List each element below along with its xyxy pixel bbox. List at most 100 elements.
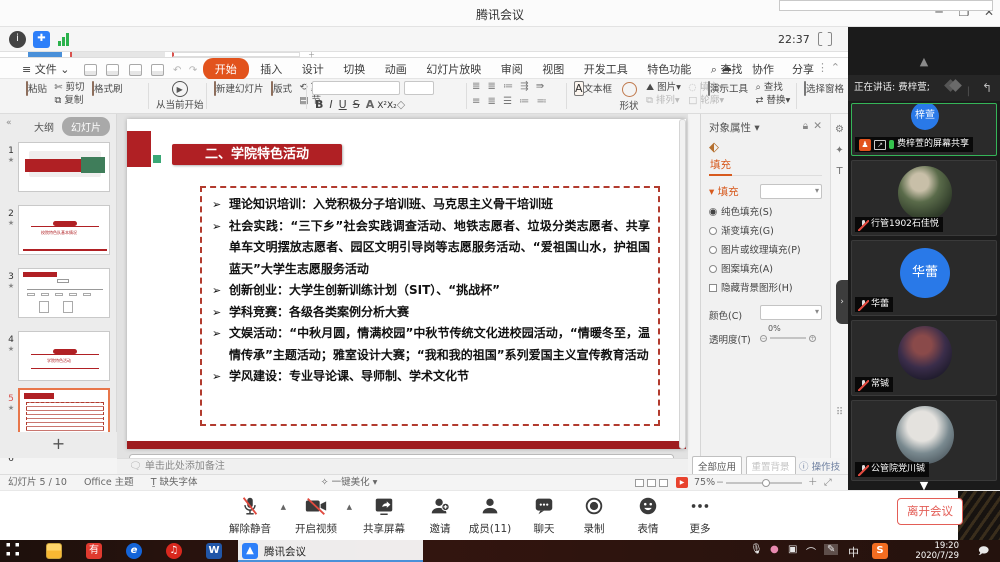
fit-screen-icon[interactable]: ⤢: [824, 475, 832, 490]
leave-meeting-button[interactable]: 离开会议: [897, 498, 963, 525]
members-button[interactable]: 成员(11): [462, 495, 518, 536]
fill-option-picture[interactable]: 图片或纹理填充(P): [709, 242, 822, 256]
missing-font-warning[interactable]: Ṯ 缺失字体: [151, 477, 198, 488]
picture-button[interactable]: ⛰ 图片▾: [646, 81, 681, 94]
home-tab-fragment[interactable]: [28, 52, 62, 57]
record-button[interactable]: 录制: [566, 495, 622, 536]
cut-button[interactable]: ✄ 剪切: [55, 81, 85, 94]
share-screen-button[interactable]: 共享屏幕: [356, 495, 412, 536]
doc-tab-fragment[interactable]: [70, 52, 165, 57]
tray-pen-icon[interactable]: ✎: [824, 544, 838, 555]
properties-icon[interactable]: ⚙︎: [831, 124, 848, 135]
tab-animation[interactable]: 动画: [377, 58, 415, 80]
tray-camera-icon[interactable]: ▣: [788, 544, 797, 555]
participant-tile[interactable]: 常铖: [851, 320, 997, 396]
tab-insert[interactable]: 插入: [252, 58, 290, 80]
tab-home[interactable]: 开始: [203, 58, 249, 80]
list-buttons[interactable]: ≣ ≣ ≔ ⇶ ⇛: [472, 81, 564, 92]
vertical-scrollbar[interactable]: [679, 119, 686, 449]
format-buttons[interactable]: BIUSAX²X₂◇: [312, 98, 462, 111]
zoom-level[interactable]: 75%: [694, 475, 715, 490]
copy-button[interactable]: ⧉ 复制: [55, 94, 85, 107]
find-ribbon-button[interactable]: ⌕ 查找: [756, 81, 791, 94]
zoom-in-button[interactable]: ＋: [808, 475, 818, 490]
text-tool-icon[interactable]: T: [831, 166, 848, 177]
fill-type-combo[interactable]: [760, 184, 822, 199]
file-explorer-icon[interactable]: [46, 543, 62, 559]
cloud-sync-icon[interactable]: ☁: [713, 58, 740, 77]
zoom-slider[interactable]: [726, 482, 802, 484]
qr-icon[interactable]: ⠿: [831, 407, 848, 418]
theme-name[interactable]: Office 主题: [84, 477, 134, 488]
shapes-button[interactable]: 形状: [620, 81, 639, 112]
edge-icon[interactable]: e: [126, 543, 142, 559]
meeting-info-icon[interactable]: i: [9, 31, 26, 48]
tab-transition[interactable]: 切换: [335, 58, 373, 80]
fill-option-solid[interactable]: 纯色填充(S): [709, 204, 822, 218]
notes-bar[interactable]: 🗨︎ 单击此处添加备注: [117, 458, 688, 474]
play-button[interactable]: ▶: [676, 477, 688, 488]
props-tab-fill[interactable]: 填充: [709, 155, 732, 176]
participant-tile[interactable]: 华蕾 华蕾: [851, 240, 997, 316]
invite-button[interactable]: 邀请: [412, 495, 468, 536]
tab-slideshow[interactable]: 幻灯片放映: [418, 58, 489, 80]
props-lock-icon[interactable]: 🔒︎: [803, 120, 809, 133]
format-painter-button[interactable]: 格式刷: [92, 81, 123, 95]
animation-pane-icon[interactable]: ✦: [831, 145, 848, 156]
color-combo[interactable]: [760, 305, 822, 320]
output-icon[interactable]: [106, 64, 119, 76]
tab-special[interactable]: 特色功能: [639, 58, 699, 80]
tab-review[interactable]: 审阅: [493, 58, 531, 80]
zoom-out-button[interactable]: −: [716, 475, 724, 490]
reset-background-button[interactable]: 重置背景: [746, 456, 796, 476]
network-signal-icon[interactable]: [58, 33, 70, 46]
layout-button[interactable]: 版式: [271, 81, 292, 95]
tray-wifi-icon[interactable]: ⌒: [806, 544, 816, 559]
tab-developer[interactable]: 开发工具: [576, 58, 636, 80]
hide-background-checkbox[interactable]: 隐藏背景图形(H): [709, 280, 822, 294]
file-menu[interactable]: ≡ 文件 ⌄: [14, 58, 77, 80]
undo-icon[interactable]: ↶: [173, 65, 181, 76]
textbox-button[interactable]: A文本框: [574, 81, 612, 95]
tab-outline[interactable]: 大纲: [34, 119, 54, 134]
ime-indicator[interactable]: 中: [848, 544, 859, 560]
slide[interactable]: 二、学院特色活动 理论知识培训：入党积极分子培训班、马克思主义骨干培训班 社会实…: [127, 119, 686, 449]
return-arrow-icon[interactable]: ↰: [982, 75, 992, 101]
ribbon-collapse-icon[interactable]: ⌃: [823, 58, 848, 77]
align-buttons[interactable]: ≡ ≣ ☰ ≔ ≕: [472, 96, 564, 107]
sidebar-collapse-arrow[interactable]: ▲: [848, 55, 1000, 68]
tray-qq-icon[interactable]: ●: [770, 544, 779, 555]
collaborate-button[interactable]: 协作: [744, 58, 782, 80]
slide-thumbnail-3[interactable]: [18, 268, 110, 318]
paint-bucket-icon[interactable]: ⬖: [709, 140, 822, 155]
font-size-combo[interactable]: [404, 81, 434, 95]
panel-expand-tab[interactable]: ›: [836, 280, 848, 324]
font-name-combo[interactable]: [312, 81, 400, 95]
active-doc-tab-fragment[interactable]: [172, 52, 300, 57]
apply-all-button[interactable]: 全部应用: [692, 456, 742, 476]
start-video-button[interactable]: 开启视频 ▲: [288, 495, 344, 536]
paste-button[interactable]: 粘贴: [26, 81, 47, 95]
more-button[interactable]: 更多: [672, 495, 728, 536]
arrange-button[interactable]: ⧉ 排列▾: [646, 94, 681, 107]
add-slide-button[interactable]: +: [0, 432, 117, 458]
tab-slides[interactable]: 幻灯片: [62, 117, 110, 136]
netease-music-icon[interactable]: ♫: [166, 543, 182, 559]
emoji-button[interactable]: 表情: [620, 495, 676, 536]
fill-option-pattern[interactable]: 图案填充(A): [709, 261, 822, 275]
participant-tile[interactable]: 公管院党川铖: [851, 400, 997, 481]
taskbar-clock[interactable]: 19:20 2020/7/29: [903, 541, 959, 561]
alpha-slider[interactable]: 0% − +: [760, 332, 822, 343]
preview-icon[interactable]: [151, 64, 164, 76]
slide-thumbnail-4[interactable]: 学院特色活动: [18, 331, 110, 381]
fill-section-header[interactable]: ▾ 填充: [709, 184, 822, 199]
mic-options-caret[interactable]: ▲: [281, 503, 286, 511]
fullscreen-icon[interactable]: [818, 32, 832, 46]
start-button[interactable]: [3, 543, 19, 559]
chat-button[interactable]: 聊天: [516, 495, 572, 536]
shield-icon[interactable]: ✚: [33, 31, 50, 48]
replace-button[interactable]: ⇄ 替换▾: [756, 94, 791, 107]
print-icon[interactable]: [129, 64, 142, 76]
notification-center-icon[interactable]: 🗩︎: [978, 544, 989, 561]
tray-mic-icon[interactable]: 🎙︎: [750, 544, 763, 555]
